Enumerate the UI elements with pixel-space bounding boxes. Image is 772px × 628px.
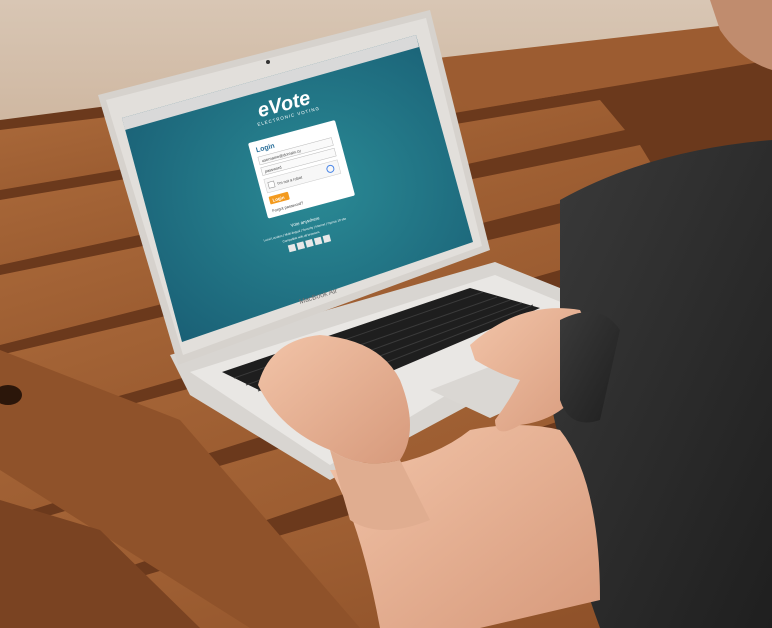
camera-icon	[266, 60, 270, 64]
captcha-checkbox[interactable]	[267, 180, 276, 189]
photo-scene: MacBook Air eVote ELECTRONIC VOTING Logi…	[0, 0, 772, 628]
scene-illustration: MacBook Air eVote ELECTRONIC VOTING Logi…	[0, 0, 772, 628]
